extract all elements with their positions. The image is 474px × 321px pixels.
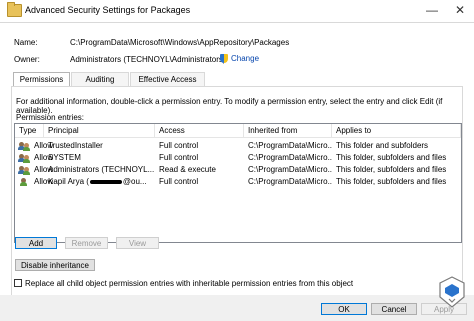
shield-icon <box>220 54 228 63</box>
column-header-applies-to[interactable]: Applies to <box>332 124 461 138</box>
cell-principal: SYSTEM <box>48 153 81 162</box>
table-row[interactable]: Allow Kapil Arya (@ou... Full control C:… <box>15 176 461 188</box>
permission-entries-list[interactable]: Type Principal Access Inherited from App… <box>14 123 462 243</box>
dialog-button-bar: OK Cancel Apply <box>0 295 474 321</box>
cell-principal: Kapil Arya ( @ou... <box>48 176 154 188</box>
cell-applies-to: This folder and subfolders <box>336 141 429 150</box>
window-title: Advanced Security Settings for Packages <box>25 5 191 15</box>
table-row[interactable]: Allow Administrators (TECHNOYL... Read &… <box>15 164 461 176</box>
cell-access: Full control <box>159 153 199 162</box>
tab-effective-access[interactable]: Effective Access <box>130 72 205 86</box>
folder-icon <box>7 2 22 17</box>
owner-label: Owner: <box>14 55 40 64</box>
cell-applies-to: This folder, subfolders and files <box>336 177 447 186</box>
principal-name-start: Kapil Arya ( <box>48 177 89 186</box>
cell-access: Read & execute <box>159 165 216 174</box>
name-label: Name: <box>14 38 38 47</box>
cell-inherited-from: C:\ProgramData\Micro... <box>248 165 332 174</box>
replace-child-permissions-checkbox[interactable] <box>14 279 22 287</box>
cell-principal: TrustedInstaller <box>48 141 103 150</box>
tab-auditing[interactable]: Auditing <box>71 72 129 86</box>
owner-value: Administrators (TECHNOYL\Administrators) <box>70 55 226 64</box>
users-icon <box>18 142 30 151</box>
minimize-button[interactable]: — <box>418 0 446 22</box>
cell-access: Full control <box>159 141 199 150</box>
cell-applies-to: This folder, subfolders and files <box>336 153 447 162</box>
cell-access: Full control <box>159 177 199 186</box>
cell-applies-to: This folder, subfolders and files <box>336 165 447 174</box>
users-icon <box>18 166 30 175</box>
close-button[interactable]: ✕ <box>446 0 474 22</box>
table-row[interactable]: Allow SYSTEM Full control C:\ProgramData… <box>15 152 461 164</box>
cancel-button[interactable]: Cancel <box>371 303 417 315</box>
cell-inherited-from: C:\ProgramData\Micro... <box>248 177 332 186</box>
permission-entries-label: Permission entries: <box>16 113 85 122</box>
column-header-principal[interactable]: Principal <box>44 124 155 138</box>
user-icon <box>19 178 30 187</box>
cell-inherited-from: C:\ProgramData\Micro... <box>248 141 332 150</box>
title-bar: Advanced Security Settings for Packages … <box>0 0 474 23</box>
disable-inheritance-button[interactable]: Disable inheritance <box>15 259 95 271</box>
users-icon <box>18 154 30 163</box>
column-header-inherited-from[interactable]: Inherited from <box>244 124 332 138</box>
remove-button[interactable]: Remove <box>65 237 108 249</box>
column-header-access[interactable]: Access <box>155 124 244 138</box>
cell-principal: Administrators (TECHNOYL... <box>48 165 154 174</box>
view-button[interactable]: View <box>116 237 159 249</box>
change-owner-link[interactable]: Change <box>231 54 259 63</box>
column-header-type[interactable]: Type <box>15 124 44 138</box>
tab-permissions[interactable]: Permissions <box>13 72 70 87</box>
watermark-logo <box>439 276 465 308</box>
name-value: C:\ProgramData\Microsoft\Windows\AppRepo… <box>70 38 290 47</box>
table-row[interactable]: Allow TrustedInstaller Full control C:\P… <box>15 140 461 152</box>
replace-child-permissions-label: Replace all child object permission entr… <box>25 279 354 288</box>
add-button[interactable]: Add <box>15 237 57 249</box>
cell-inherited-from: C:\ProgramData\Micro... <box>248 153 332 162</box>
redacted-email <box>89 179 122 184</box>
principal-name-end: @ou... <box>122 177 147 186</box>
ok-button[interactable]: OK <box>321 303 367 315</box>
